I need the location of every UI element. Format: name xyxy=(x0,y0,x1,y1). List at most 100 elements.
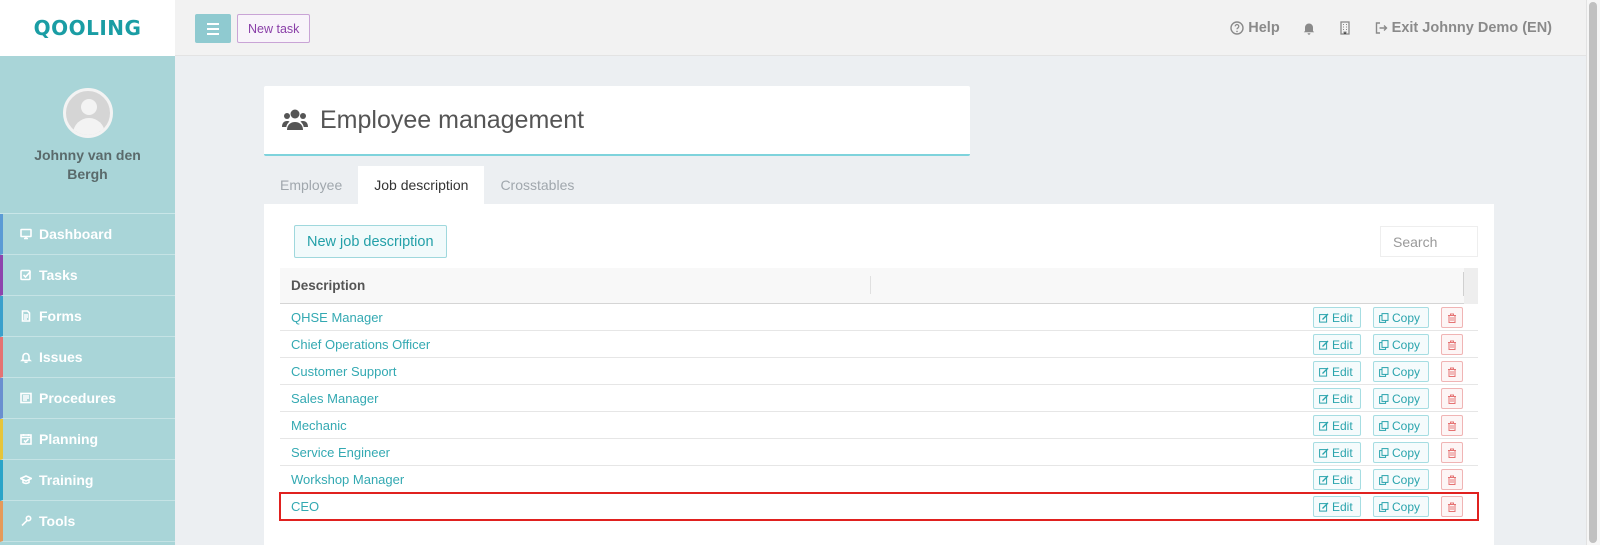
copy-button[interactable]: Copy xyxy=(1373,469,1429,490)
logo[interactable]: QOOLING xyxy=(0,0,175,56)
copy-label: Copy xyxy=(1392,472,1421,487)
copy-button[interactable]: Copy xyxy=(1373,307,1429,328)
job-description-link[interactable]: Mechanic xyxy=(280,418,347,433)
copy-label: Copy xyxy=(1392,499,1421,514)
tab-job-description[interactable]: Job description xyxy=(358,166,485,204)
row-actions: Edit Copy xyxy=(1313,388,1463,409)
copy-icon xyxy=(1379,474,1389,485)
wrench-icon xyxy=(19,515,33,527)
edit-button[interactable]: Edit xyxy=(1313,334,1361,355)
edit-icon xyxy=(1319,475,1329,485)
edit-icon xyxy=(1319,313,1329,323)
table-row: Workshop Manager Edit Copy xyxy=(280,466,1478,493)
trash-icon xyxy=(1447,475,1457,485)
edit-icon xyxy=(1319,448,1329,458)
edit-button[interactable]: Edit xyxy=(1313,361,1361,382)
user-name: Johnny van den Bergh xyxy=(34,147,141,182)
delete-button[interactable] xyxy=(1441,469,1463,490)
sidebar-item-training[interactable]: Training xyxy=(0,460,175,501)
page-scrollbar[interactable] xyxy=(1586,0,1600,545)
checkbox-icon xyxy=(19,269,33,281)
row-actions: Edit Copy xyxy=(1313,361,1463,382)
top-right-actions: Help Exit Johnny Demo (EN) xyxy=(1230,0,1552,56)
building-button[interactable] xyxy=(1338,21,1352,35)
sidebar-item-forms[interactable]: Forms xyxy=(0,296,175,337)
sidebar-item-tools[interactable]: Tools xyxy=(0,501,175,542)
trash-icon xyxy=(1447,448,1457,458)
sidebar-item-procedures[interactable]: Procedures xyxy=(0,378,175,419)
copy-button[interactable]: Copy xyxy=(1373,415,1429,436)
copy-icon xyxy=(1379,393,1389,404)
sidebar-item-label: Dashboard xyxy=(39,226,113,242)
copy-button[interactable]: Copy xyxy=(1373,388,1429,409)
sidebar-item-planning[interactable]: Planning xyxy=(0,419,175,460)
edit-icon xyxy=(1319,367,1329,377)
bell-icon xyxy=(19,351,33,363)
table-row: Sales Manager Edit Copy xyxy=(280,385,1478,412)
edit-label: Edit xyxy=(1332,472,1353,487)
edit-label: Edit xyxy=(1332,364,1353,379)
trash-icon xyxy=(1447,313,1457,323)
sidebar: QOOLING Johnny van den Bergh Dashboard T… xyxy=(0,0,175,545)
sidebar-item-label: Tools xyxy=(39,513,76,529)
job-description-link[interactable]: Workshop Manager xyxy=(280,472,404,487)
job-description-link[interactable]: QHSE Manager xyxy=(280,310,383,325)
edit-button[interactable]: Edit xyxy=(1313,496,1361,517)
tab-crosstables[interactable]: Crosstables xyxy=(484,166,590,204)
new-task-button[interactable]: New task xyxy=(237,14,311,43)
trash-icon xyxy=(1447,394,1457,404)
page-header: Employee management xyxy=(264,86,970,156)
delete-button[interactable] xyxy=(1441,415,1463,436)
delete-button[interactable] xyxy=(1441,307,1463,328)
edit-button[interactable]: Edit xyxy=(1313,388,1361,409)
job-description-link[interactable]: Sales Manager xyxy=(280,391,378,406)
delete-button[interactable] xyxy=(1441,334,1463,355)
exit-button[interactable]: Exit Johnny Demo (EN) xyxy=(1374,20,1552,36)
copy-button[interactable]: Copy xyxy=(1373,442,1429,463)
sidebar-item-issues[interactable]: Issues xyxy=(0,337,175,378)
edit-label: Edit xyxy=(1332,337,1353,352)
edit-label: Edit xyxy=(1332,445,1353,460)
building-icon xyxy=(1340,21,1350,35)
row-actions: Edit Copy xyxy=(1313,307,1463,328)
copy-label: Copy xyxy=(1392,391,1421,406)
tab-employee[interactable]: Employee xyxy=(264,166,358,204)
trash-icon xyxy=(1447,502,1457,512)
delete-button[interactable] xyxy=(1441,496,1463,517)
delete-button[interactable] xyxy=(1441,442,1463,463)
delete-button[interactable] xyxy=(1441,388,1463,409)
copy-button[interactable]: Copy xyxy=(1373,334,1429,355)
sidebar-item-label: Planning xyxy=(39,431,99,447)
job-description-link[interactable]: Customer Support xyxy=(280,364,397,379)
sidebar-item-dashboard[interactable]: Dashboard xyxy=(0,214,175,255)
table-row: Service Engineer Edit Copy xyxy=(280,439,1478,466)
edit-button[interactable]: Edit xyxy=(1313,415,1361,436)
delete-button[interactable] xyxy=(1441,361,1463,382)
list-icon xyxy=(19,392,33,404)
job-description-link[interactable]: CEO xyxy=(280,499,319,514)
scrollbar-thumb[interactable] xyxy=(1589,2,1597,543)
hamburger-icon xyxy=(207,22,219,25)
sidebar-item-label: Training xyxy=(39,472,94,488)
edit-icon xyxy=(1319,394,1329,404)
copy-button[interactable]: Copy xyxy=(1373,496,1429,517)
column-header-description[interactable]: Description xyxy=(280,278,365,293)
avatar[interactable] xyxy=(62,88,113,138)
new-job-description-button[interactable]: New job description xyxy=(294,225,447,258)
edit-button[interactable]: Edit xyxy=(1313,442,1361,463)
help-link[interactable]: Help xyxy=(1230,20,1280,36)
search-input[interactable] xyxy=(1380,226,1478,257)
notifications-button[interactable] xyxy=(1302,21,1316,35)
edit-label: Edit xyxy=(1332,499,1353,514)
copy-button[interactable]: Copy xyxy=(1373,361,1429,382)
sidebar-item-tasks[interactable]: Tasks xyxy=(0,255,175,296)
menu-toggle-button[interactable] xyxy=(195,14,231,43)
copy-icon xyxy=(1379,312,1389,323)
copy-icon xyxy=(1379,366,1389,377)
edit-button[interactable]: Edit xyxy=(1313,469,1361,490)
job-description-link[interactable]: Chief Operations Officer xyxy=(280,337,430,352)
job-description-link[interactable]: Service Engineer xyxy=(280,445,390,460)
sidebar-item-label: Procedures xyxy=(39,390,117,406)
help-label: Help xyxy=(1248,20,1280,36)
edit-button[interactable]: Edit xyxy=(1313,307,1361,328)
